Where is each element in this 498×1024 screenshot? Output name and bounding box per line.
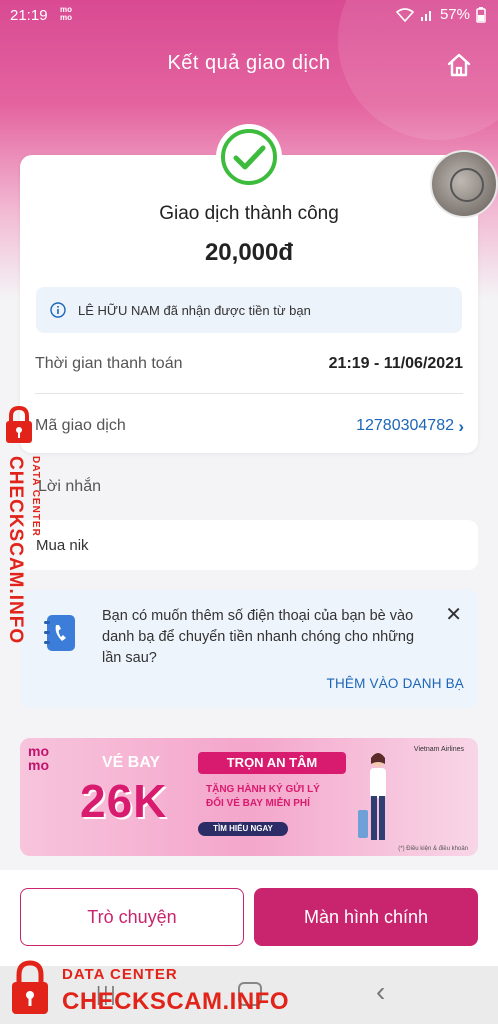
- pay-time-value: 21:19 - 11/06/2021: [328, 355, 463, 372]
- success-badge: [216, 124, 282, 190]
- chat-button[interactable]: Trò chuyện: [20, 888, 244, 946]
- banner-benefit: ĐỔI VÉ BAY MIỄN PHÍ: [206, 798, 310, 809]
- home-icon[interactable]: [446, 52, 472, 78]
- pay-time-label: Thời gian thanh toán: [35, 355, 183, 372]
- info-text: LÊ HỮU NAM đã nhận được tiền từ bạn: [78, 302, 311, 318]
- banner-learn-more-button[interactable]: TÌM HIỂU NGAY: [198, 822, 288, 836]
- banner-price: 26K: [80, 775, 168, 827]
- home-screen-button[interactable]: Màn hình chính: [254, 888, 478, 946]
- status-icons: 57%: [395, 6, 486, 23]
- status-time: 21:19: [10, 7, 48, 24]
- bottom-action-bar: Trò chuyện Màn hình chính: [0, 870, 498, 966]
- battery-icon: [476, 6, 486, 23]
- wifi-icon: [395, 7, 414, 22]
- add-contact-card: Bạn có muốn thêm số điện thoại của bạn b…: [20, 590, 478, 708]
- avatar-image: [450, 168, 484, 202]
- divider: [35, 393, 463, 394]
- traveler-illustration: [358, 753, 386, 840]
- banner-headline: VÉ BAY: [102, 754, 161, 771]
- signal-icon: [420, 10, 431, 21]
- title-bar: Kết quả giao dịch: [0, 44, 498, 84]
- check-circle-icon: [221, 129, 277, 185]
- banner-airline: Vietnam Airlines: [413, 746, 464, 753]
- bottom-watermark: DATA CENTER CHECKSCAM.INFO: [10, 958, 310, 1020]
- status-app-mark: mo mo: [60, 5, 72, 22]
- info-box: LÊ HỮU NAM đã nhận được tiền từ bạn: [36, 287, 462, 333]
- transaction-amount: 20,000đ: [204, 239, 294, 266]
- info-icon: [50, 302, 66, 318]
- chevron-right-icon[interactable]: ›: [458, 417, 464, 437]
- page-title: Kết quả giao dịch: [167, 52, 331, 74]
- transaction-id-link[interactable]: 12780304782: [356, 417, 454, 435]
- banner-logo: mo mo: [28, 744, 49, 772]
- side-watermark: CHECKSCAM.INFO DATA CENTER: [4, 406, 60, 646]
- lock-icon: [6, 406, 32, 443]
- banner-benefit: TẶNG HÀNH KÝ GỬI LÝ: [206, 784, 320, 795]
- banner-terms: (*) Điều kiện & điều khoản: [398, 846, 468, 852]
- avatar[interactable]: [430, 150, 498, 218]
- watermark-main: CHECKSCAM.INFO: [5, 456, 26, 645]
- status-bar: 21:19 mo mo 57%: [0, 0, 498, 32]
- banner-logo-line: mo: [28, 757, 49, 773]
- message-box: Mua nik: [20, 520, 478, 570]
- watermark-sub: DATA CENTER: [30, 456, 41, 537]
- lock-icon: [12, 960, 48, 1014]
- promo-banner[interactable]: mo mo VÉ BAY 26K TRỌN AN TÂM TẶNG HÀNH K…: [20, 738, 478, 856]
- watermark-sub: DATA CENTER: [62, 966, 178, 983]
- transaction-card: Giao dịch thành công 20,000đ LÊ HỮU NAM …: [20, 155, 478, 453]
- back-icon[interactable]: ‹: [376, 976, 385, 1008]
- watermark-main: CHECKSCAM.INFO: [62, 988, 289, 1015]
- add-contact-button[interactable]: THÊM VÀO DANH BẠ: [327, 676, 464, 691]
- battery-level: 57%: [439, 6, 470, 23]
- banner-tagline: TRỌN AN TÂM: [198, 752, 346, 774]
- contact-prompt-text: Bạn có muốn thêm số điện thoại của bạn b…: [102, 608, 415, 666]
- close-icon[interactable]: ✕: [445, 602, 462, 627]
- transaction-status: Giao dịch thành công: [159, 203, 339, 224]
- banner-logo-line: mo: [28, 743, 49, 759]
